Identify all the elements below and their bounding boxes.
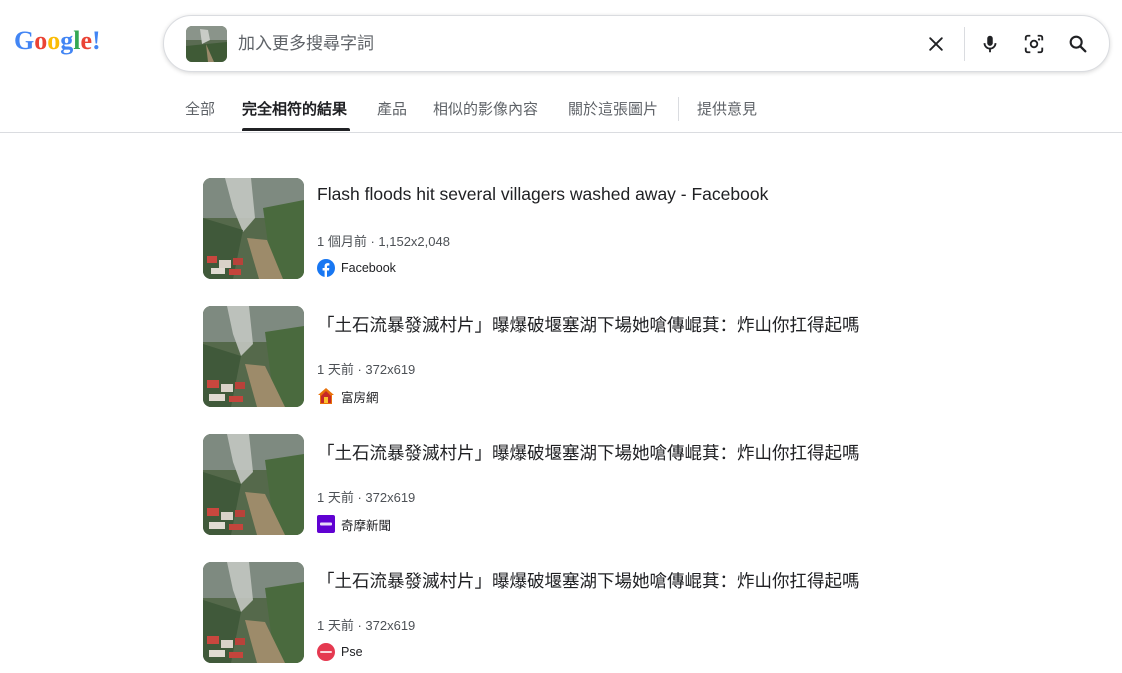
result-source-link[interactable]: Facebook <box>317 259 396 277</box>
result-source-name: Facebook <box>341 261 396 275</box>
feedback-link[interactable]: 提供意見 <box>697 98 757 119</box>
result-thumbnail[interactable] <box>203 178 304 279</box>
results-list: Flash floods hit several villagers washe… <box>203 178 903 673</box>
search-bar <box>163 15 1110 72</box>
results-tabs: 全部 完全相符的結果 產品 相似的影像內容 關於這張圖片 提供意見 <box>0 88 1122 133</box>
result-source-name: Pse <box>341 645 363 659</box>
result-title-link[interactable]: 「土石流暴發滅村片」曝爆破堰塞湖下場她嗆傳崐萁：炸山你扛得起嗎 <box>317 568 860 593</box>
result-source-link[interactable]: 富房網 <box>317 387 379 405</box>
tabs-separator <box>678 97 679 121</box>
house-logo-icon <box>317 387 335 405</box>
search-icon[interactable] <box>1066 32 1090 56</box>
active-tab-indicator <box>242 128 350 131</box>
tab-products[interactable]: 產品 <box>377 98 407 119</box>
result-item: 「土石流暴發滅村片」曝爆破堰塞湖下場她嗆傳崐萁：炸山你扛得起嗎 1 天前 · 3… <box>203 306 903 434</box>
tab-all[interactable]: 全部 <box>185 98 215 119</box>
yahoo-icon <box>317 515 335 533</box>
logo-letter: o <box>34 26 48 55</box>
logo-letter: g <box>60 26 74 55</box>
result-meta: 1 天前 · 372x619 <box>317 490 416 505</box>
search-input[interactable] <box>238 30 878 58</box>
result-meta: 1 天前 · 372x619 <box>317 618 416 633</box>
result-item: 「土石流暴發滅村片」曝爆破堰塞湖下場她嗆傳崐萁：炸山你扛得起嗎 1 天前 · 3… <box>203 434 903 562</box>
pse-logo-icon <box>317 643 335 661</box>
result-thumbnail[interactable] <box>203 434 304 535</box>
result-title-link[interactable]: 「土石流暴發滅村片」曝爆破堰塞湖下場她嗆傳崐萁：炸山你扛得起嗎 <box>317 440 860 465</box>
tab-visual-matches[interactable]: 相似的影像內容 <box>433 98 538 119</box>
result-source-link[interactable]: 奇摩新聞 <box>317 515 391 533</box>
facebook-icon <box>317 259 335 277</box>
result-title-link[interactable]: 「土石流暴發滅村片」曝爆破堰塞湖下場她嗆傳崐萁：炸山你扛得起嗎 <box>317 312 860 337</box>
search-divider <box>964 27 965 61</box>
result-thumbnail[interactable] <box>203 562 304 663</box>
result-meta: 1 天前 · 372x619 <box>317 362 416 377</box>
result-source-name: 富房網 <box>341 390 379 405</box>
logo-letter: ! <box>92 26 101 55</box>
search-image-thumbnail[interactable] <box>186 26 227 62</box>
result-source-link[interactable]: Pse <box>317 643 363 661</box>
result-item: 「土石流暴發滅村片」曝爆破堰塞湖下場她嗆傳崐萁：炸山你扛得起嗎 1 天前 · 3… <box>203 562 903 673</box>
logo-letter: l <box>73 26 81 55</box>
logo-letter: e <box>80 26 93 55</box>
result-source-name: 奇摩新聞 <box>341 518 392 533</box>
close-icon[interactable] <box>924 32 948 56</box>
google-logo[interactable]: Google! <box>14 26 101 56</box>
tab-about-image[interactable]: 關於這張圖片 <box>568 98 658 119</box>
tab-exact-matches[interactable]: 完全相符的結果 <box>242 98 347 119</box>
logo-letter: G <box>14 26 35 55</box>
lens-camera-icon[interactable] <box>1022 32 1046 56</box>
result-thumbnail[interactable] <box>203 306 304 407</box>
result-meta: 1 個月前 · 1,152x2,048 <box>317 234 450 249</box>
result-item: Flash floods hit several villagers washe… <box>203 178 903 306</box>
logo-letter: o <box>47 26 61 55</box>
microphone-icon[interactable] <box>978 32 1002 56</box>
result-title-link[interactable]: Flash floods hit several villagers washe… <box>317 184 768 205</box>
